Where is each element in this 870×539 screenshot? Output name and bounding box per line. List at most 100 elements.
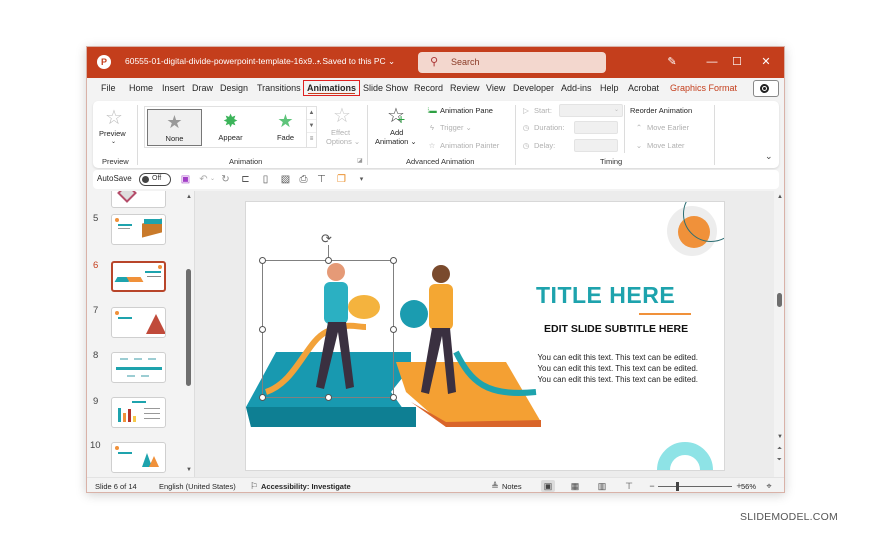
animation-none[interactable]: ★ None [147,109,202,146]
resize-handle[interactable] [259,394,266,401]
tab-view[interactable]: View [486,83,505,93]
zoom-out-icon[interactable]: − [645,480,659,492]
start-select[interactable]: ⌄ [559,104,623,117]
slide-thumbnail-5[interactable] [111,214,166,245]
selection-box[interactable]: ⟳ [259,231,397,401]
resize-handle[interactable] [390,394,397,401]
accessibility-status[interactable]: Accessibility: Investigate [261,482,351,491]
print-icon[interactable]: ⎙ [297,173,310,186]
scroll-down-icon[interactable]: ▼ [777,434,783,440]
slide-thumbnail-7[interactable] [111,307,166,338]
slide-thumbnail-8[interactable] [111,352,166,383]
tab-slide-show[interactable]: Slide Show [363,83,408,93]
scrollbar-thumb[interactable] [186,269,191,386]
previous-slide-icon[interactable]: ⏶ [777,446,782,453]
resize-handle[interactable] [325,394,332,401]
rotate-handle-icon[interactable]: ⟳ [321,231,332,247]
notes-button[interactable]: Notes [502,482,522,491]
tab-draw[interactable]: Draw [192,83,213,93]
tab-graphics-format[interactable]: Graphics Format [670,83,737,93]
animation-appear[interactable]: ✸ Appear [203,109,258,146]
minimize-button[interactable]: — [703,53,721,71]
ribbon-divider [137,105,138,165]
slide-thumbnail-9[interactable] [111,397,166,428]
tab-design[interactable]: Design [220,83,248,93]
slide-subtitle[interactable]: EDIT SLIDE SUBTITLE HERE [544,323,688,335]
tab-insert[interactable]: Insert [162,83,185,93]
close-button[interactable]: ✕ [757,53,775,71]
slide-thumbnail-6[interactable] [111,261,166,292]
scroll-up-icon[interactable]: ▲ [186,194,192,200]
slide-sorter-icon[interactable]: ▦ [568,480,582,492]
tab-animations[interactable]: Animations [303,80,361,96]
slide-thumbnail-10[interactable] [111,442,166,473]
slide-thumbnail-4[interactable] [111,191,166,208]
gallery-down-icon[interactable]: ▼ [307,120,316,133]
gallery-up-icon[interactable]: ▲ [307,107,316,120]
present-icon[interactable]: ⊤ [315,173,328,186]
collapse-ribbon-icon[interactable]: ⌄ [765,151,773,162]
search-input[interactable]: ⚲ Search [418,52,606,73]
tab-review[interactable]: Review [450,83,480,93]
tab-home[interactable]: Home [129,83,153,93]
animation-fade[interactable]: ★ Fade [258,109,313,146]
new-file-icon[interactable]: ▯ [259,173,272,186]
next-slide-icon[interactable]: ⏷ [777,457,782,464]
copy-format-icon[interactable]: ❐ [335,173,348,186]
move-later-button[interactable]: ⌄ Move Later [633,141,685,150]
thumbnails-scrollbar[interactable]: ▲ ▼ [184,191,194,477]
fit-to-window-icon[interactable]: ⌖ [762,480,776,492]
tab-developer[interactable]: Developer [513,83,554,93]
delay-input[interactable] [574,139,618,152]
record-toggle-button[interactable] [753,80,779,97]
thumb-text [144,408,160,409]
move-earlier-button[interactable]: ⌃ Move Earlier [633,123,689,132]
scrollbar-thumb[interactable] [777,293,782,307]
animation-pane-button[interactable]: ⁞▬ Animation Pane [426,106,493,115]
slide-title[interactable]: TITLE HERE [536,282,675,309]
image-icon[interactable]: ▧ [279,173,292,186]
zoom-slider-thumb[interactable] [675,482,679,491]
save-status-button[interactable]: • Saved to this PC ⌄ [317,56,395,67]
preview-button[interactable]: ☆ Preview ⌄ [97,103,133,151]
effect-options-button[interactable]: ☆ Effect Options ⌄ [323,103,361,151]
slide-body-text[interactable]: You can edit this text. This text can be… [526,352,698,385]
resize-handle[interactable] [259,257,266,264]
zoom-level[interactable]: 56% [741,482,756,491]
redo-icon[interactable]: ↻ [219,173,232,186]
resize-handle[interactable] [390,257,397,264]
editor-scrollbar[interactable]: ▲ ▼ ⏶ ⏷ [775,191,784,477]
scroll-up-icon[interactable]: ▲ [777,194,783,200]
resize-handle[interactable] [325,257,332,264]
duration-input[interactable] [574,121,618,134]
slideshow-icon[interactable]: ⊤ [622,480,636,492]
normal-view-icon[interactable]: ▣ [541,480,555,492]
undo-dropdown-icon[interactable]: ⌄ [206,173,219,186]
language-status[interactable]: English (United States) [159,482,236,491]
customize-qat-icon[interactable]: ▾ [355,173,368,186]
tab-acrobat[interactable]: Acrobat [628,83,659,93]
gallery-scroller[interactable]: ▲ ▼ ≡ [306,107,316,147]
tab-record[interactable]: Record [414,83,443,93]
slide-canvas[interactable]: ⟳ TITLE HERE EDIT SLIDE SUBTITLE HERE Yo… [245,201,725,471]
scroll-down-icon[interactable]: ▼ [186,467,192,473]
resize-handle[interactable] [259,326,266,333]
animation-painter-button[interactable]: ☆ Animation Painter [426,141,500,150]
tab-transitions[interactable]: Transitions [257,83,301,93]
tab-add-ins[interactable]: Add-ins [561,83,592,93]
maximize-button[interactable]: ☐ [728,53,746,71]
resize-handle[interactable] [390,326,397,333]
zoom-slider[interactable] [658,486,732,487]
gallery-more-icon[interactable]: ≡ [307,133,316,146]
tab-help[interactable]: Help [600,83,619,93]
save-icon[interactable]: ▣ [179,173,192,186]
pen-icon[interactable]: ✎ [663,53,681,71]
notes-icon[interactable]: ≜ [488,480,502,492]
reading-view-icon[interactable]: ▥ [595,480,609,492]
autosave-toggle[interactable]: Off [139,173,171,186]
open-folder-icon[interactable]: ⊏ [239,173,252,186]
tab-file[interactable]: File [101,83,116,93]
animation-dialog-launcher-icon[interactable]: ◪ [357,157,363,164]
add-animation-button[interactable]: ☆ + Add Animation ⌄ [373,103,421,151]
trigger-button[interactable]: ϟ Trigger ⌄ [426,123,472,132]
